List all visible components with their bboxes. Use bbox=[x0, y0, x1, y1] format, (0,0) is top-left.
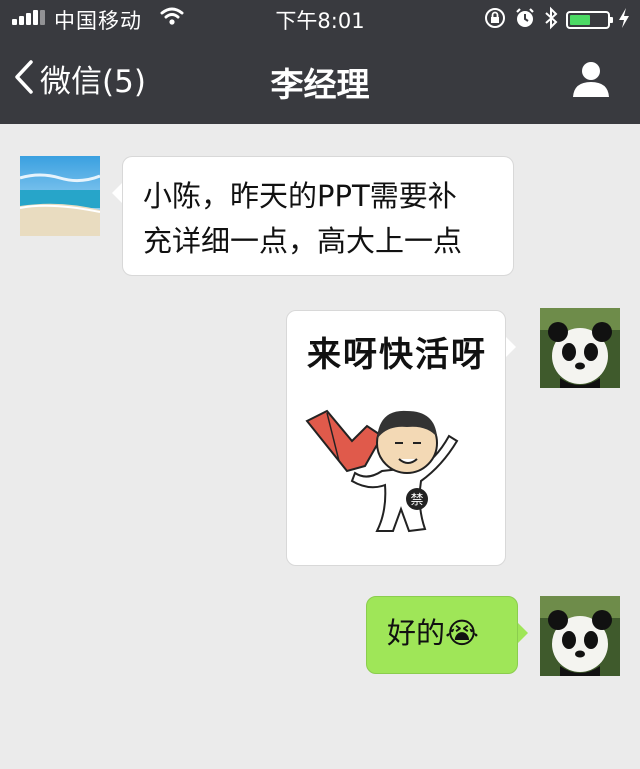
message-text: 好的 bbox=[387, 616, 446, 650]
sticker-image: 禁 bbox=[305, 409, 459, 533]
charging-icon bbox=[618, 7, 630, 33]
crying-emoji-icon: 😭 bbox=[445, 616, 479, 650]
bluetooth-icon bbox=[544, 6, 558, 34]
header: 中国移动 下午8:01 微信(5) 李经理 bbox=[0, 0, 640, 124]
message-bubble-sent[interactable]: 好的😭 bbox=[366, 596, 528, 674]
nav-bar: 微信(5) 李经理 bbox=[0, 36, 640, 124]
message-sticker-sent[interactable]: 来呀快活呀 禁 bbox=[286, 310, 516, 566]
avatar-sender[interactable] bbox=[20, 156, 100, 236]
profile-icon bbox=[572, 62, 610, 102]
battery-icon bbox=[566, 11, 613, 29]
status-bar: 中国移动 下午8:01 bbox=[0, 0, 640, 36]
message-line: 小陈，昨天的PPT需要补 bbox=[143, 179, 457, 213]
chat-title: 李经理 bbox=[270, 65, 370, 104]
avatar-self[interactable] bbox=[540, 308, 620, 388]
sticker-badge: 禁 bbox=[410, 493, 423, 508]
avatar-self[interactable] bbox=[540, 596, 620, 676]
sticker-caption: 来呀快活呀 bbox=[307, 335, 487, 375]
profile-button[interactable] bbox=[572, 60, 610, 102]
orientation-lock-icon bbox=[484, 7, 506, 33]
alarm-icon bbox=[514, 7, 536, 33]
message-line: 充详细一点，高大上一点 bbox=[143, 224, 463, 258]
message-bubble-received[interactable]: 小陈，昨天的PPT需要补 充详细一点，高大上一点 bbox=[112, 156, 514, 276]
